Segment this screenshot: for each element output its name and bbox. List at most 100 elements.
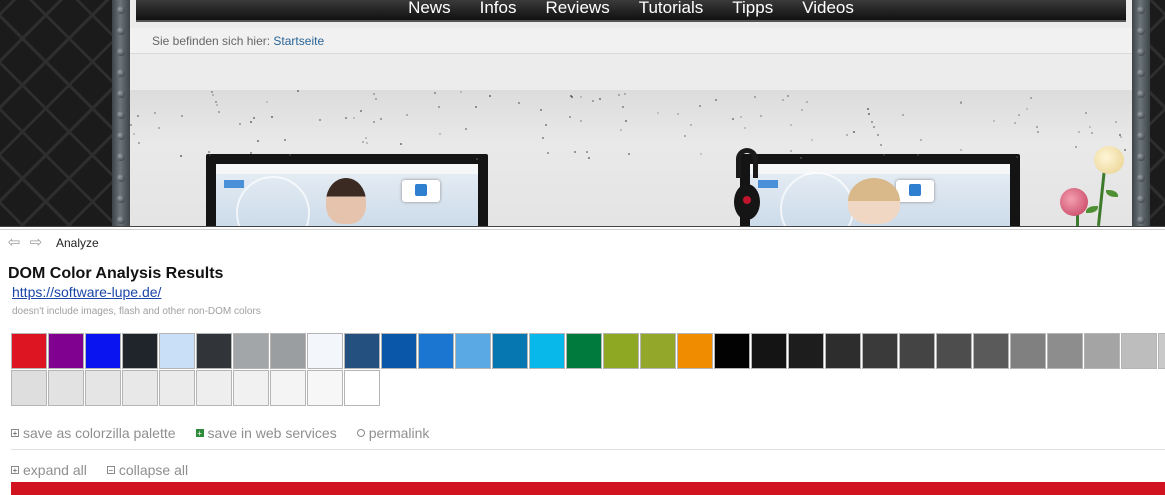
- color-swatch[interactable]: [1084, 333, 1120, 369]
- screen-tag: [224, 180, 244, 188]
- color-swatch[interactable]: [862, 333, 898, 369]
- color-swatch[interactable]: [11, 370, 47, 406]
- left-metal-rail: [112, 0, 130, 226]
- color-swatch[interactable]: [751, 333, 787, 369]
- rivet: [117, 132, 125, 140]
- website-viewport: News Infos Reviews Tutorials Tipps Video…: [0, 0, 1165, 226]
- collapse-all-button[interactable]: − collapse all: [106, 462, 188, 478]
- wall-speck: [732, 118, 734, 120]
- color-swatch[interactable]: [48, 333, 84, 369]
- wall-speck: [1120, 136, 1122, 138]
- color-swatch[interactable]: [1047, 333, 1083, 369]
- wall-speck: [917, 154, 919, 156]
- color-swatch[interactable]: [270, 370, 306, 406]
- color-swatch[interactable]: [233, 370, 269, 406]
- wall-speck: [345, 117, 347, 119]
- wall-speck: [271, 116, 273, 118]
- color-swatch[interactable]: [1158, 333, 1165, 369]
- color-swatch[interactable]: [307, 370, 343, 406]
- color-swatch[interactable]: [418, 333, 454, 369]
- expand-all-label: expand all: [23, 462, 87, 478]
- analyzed-url-link[interactable]: https://software-lupe.de/: [12, 284, 161, 300]
- color-swatch[interactable]: [233, 333, 269, 369]
- color-swatch[interactable]: [936, 333, 972, 369]
- color-swatch[interactable]: [492, 333, 528, 369]
- left-arrow-icon[interactable]: ⇦: [6, 235, 22, 250]
- first-color-group-bar[interactable]: [11, 482, 1165, 495]
- wall-speck: [1030, 97, 1032, 99]
- nav-tipps[interactable]: Tipps: [718, 0, 788, 20]
- wall-speck: [754, 96, 756, 98]
- color-swatch[interactable]: [825, 333, 861, 369]
- nav-infos[interactable]: Infos: [465, 0, 531, 20]
- color-swatch[interactable]: [48, 370, 84, 406]
- color-swatch[interactable]: [122, 333, 158, 369]
- rivet: [117, 111, 125, 119]
- analysis-note: doesn't include images, flash and other …: [12, 306, 261, 317]
- color-swatch[interactable]: [566, 333, 602, 369]
- color-swatch[interactable]: [122, 370, 158, 406]
- monitor-screen: [750, 164, 1010, 226]
- color-swatch[interactable]: [159, 370, 195, 406]
- color-swatch[interactable]: [344, 370, 380, 406]
- permalink-button[interactable]: permalink: [356, 425, 429, 441]
- color-swatch[interactable]: [529, 333, 565, 369]
- color-swatch[interactable]: [307, 333, 343, 369]
- color-swatch[interactable]: [85, 333, 121, 369]
- wall-speck: [618, 94, 620, 96]
- wall-speck: [960, 102, 962, 104]
- rose-leaf: [1106, 190, 1118, 197]
- wall-speck: [846, 134, 848, 136]
- wall-speck: [574, 151, 576, 153]
- analyze-title: Analyze: [56, 236, 99, 250]
- wall-speck: [622, 106, 624, 108]
- expand-all-button[interactable]: + expand all: [11, 462, 87, 478]
- wall-speck: [257, 140, 259, 142]
- color-swatch[interactable]: [159, 333, 195, 369]
- color-swatch[interactable]: [11, 333, 47, 369]
- color-swatch[interactable]: [344, 333, 380, 369]
- hero-image: [130, 90, 1132, 226]
- nav-news[interactable]: News: [394, 0, 466, 20]
- nav-videos[interactable]: Videos: [788, 0, 869, 20]
- right-arrow-icon[interactable]: ⇨: [28, 235, 44, 250]
- color-swatch[interactable]: [270, 333, 306, 369]
- wall-speck: [216, 104, 218, 106]
- color-swatch[interactable]: [196, 333, 232, 369]
- wall-speck: [137, 115, 139, 117]
- color-swatch[interactable]: [714, 333, 750, 369]
- save-web-button[interactable]: + save in web services: [195, 425, 337, 441]
- nav-tutorials[interactable]: Tutorials: [624, 0, 718, 20]
- screen-header: [216, 164, 478, 174]
- color-swatch[interactable]: [973, 333, 1009, 369]
- color-swatch[interactable]: [677, 333, 713, 369]
- wall-speck: [873, 126, 875, 128]
- color-swatch[interactable]: [381, 333, 417, 369]
- color-swatch[interactable]: [1010, 333, 1046, 369]
- wall-speck: [699, 105, 701, 107]
- nav-reviews[interactable]: Reviews: [531, 0, 624, 20]
- wall-speck: [677, 113, 679, 115]
- color-swatch[interactable]: [899, 333, 935, 369]
- color-swatch[interactable]: [640, 333, 676, 369]
- color-swatch[interactable]: [455, 333, 491, 369]
- wall-speck: [628, 153, 630, 155]
- color-swatch[interactable]: [788, 333, 824, 369]
- color-swatch[interactable]: [1121, 333, 1157, 369]
- wall-speck: [1026, 108, 1028, 110]
- wall-speck: [790, 150, 792, 152]
- color-swatch[interactable]: [196, 370, 232, 406]
- wall-speck: [883, 154, 885, 156]
- wall-speck: [250, 121, 252, 123]
- yellow-rose: [1094, 146, 1124, 174]
- wall-speck: [465, 128, 467, 130]
- save-palette-button[interactable]: + save as colorzilla palette: [11, 425, 176, 441]
- wall-speck: [373, 93, 375, 95]
- rivet: [1137, 195, 1145, 203]
- breadcrumb-home-link[interactable]: Startseite: [273, 34, 324, 48]
- wall-speck: [902, 114, 904, 116]
- color-swatch[interactable]: [603, 333, 639, 369]
- color-swatch[interactable]: [85, 370, 121, 406]
- wall-speck: [740, 116, 742, 118]
- wall-speck: [867, 108, 869, 110]
